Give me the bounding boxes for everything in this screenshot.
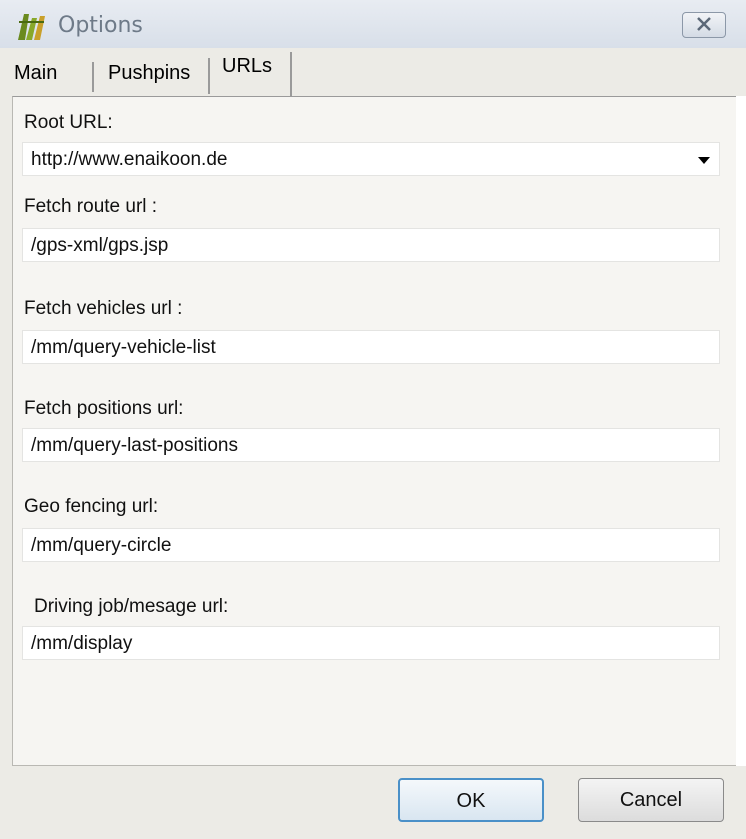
driving-job-input[interactable]: /mm/display: [22, 626, 720, 660]
tab-urls[interactable]: URLs: [222, 55, 272, 78]
fetch-vehicles-label: Fetch vehicles url :: [24, 298, 183, 319]
window-title: Options: [58, 13, 143, 38]
tab-divider: [208, 58, 210, 94]
tab-divider: [92, 62, 94, 92]
driving-job-label: Driving job/mesage url:: [34, 596, 229, 617]
fetch-positions-input[interactable]: /mm/query-last-positions: [22, 428, 720, 462]
ok-button[interactable]: OK: [398, 778, 544, 822]
fetch-vehicles-value: /mm/query-vehicle-list: [31, 337, 216, 358]
fetch-positions-value: /mm/query-last-positions: [31, 435, 238, 456]
panel-edge: [736, 96, 746, 766]
tab-pushpins[interactable]: Pushpins: [108, 62, 190, 85]
fetch-positions-label: Fetch positions url:: [24, 398, 184, 419]
close-button[interactable]: [682, 12, 726, 38]
fetch-route-value: /gps-xml/gps.jsp: [31, 235, 169, 256]
app-logo-icon: [14, 10, 48, 44]
options-dialog: Options Main Pushpins URLs Root URL: htt…: [0, 0, 746, 839]
chevron-down-icon: [698, 157, 710, 164]
geo-fencing-value: /mm/query-circle: [31, 535, 172, 556]
geo-fencing-input[interactable]: /mm/query-circle: [22, 528, 720, 562]
close-icon: [697, 17, 711, 31]
fetch-vehicles-input[interactable]: /mm/query-vehicle-list: [22, 330, 720, 364]
root-url-value: http://www.enaikoon.de: [31, 149, 228, 170]
cancel-button[interactable]: Cancel: [578, 778, 724, 822]
fetch-route-input[interactable]: /gps-xml/gps.jsp: [22, 228, 720, 262]
geo-fencing-label: Geo fencing url:: [24, 496, 159, 517]
title-bar[interactable]: Options: [0, 0, 746, 48]
root-url-label: Root URL:: [24, 112, 113, 133]
tab-main[interactable]: Main: [14, 62, 57, 85]
root-url-dropdown[interactable]: http://www.enaikoon.de: [22, 142, 720, 176]
driving-job-value: /mm/display: [31, 633, 133, 654]
tab-divider: [290, 52, 292, 96]
fetch-route-label: Fetch route url :: [24, 196, 158, 217]
